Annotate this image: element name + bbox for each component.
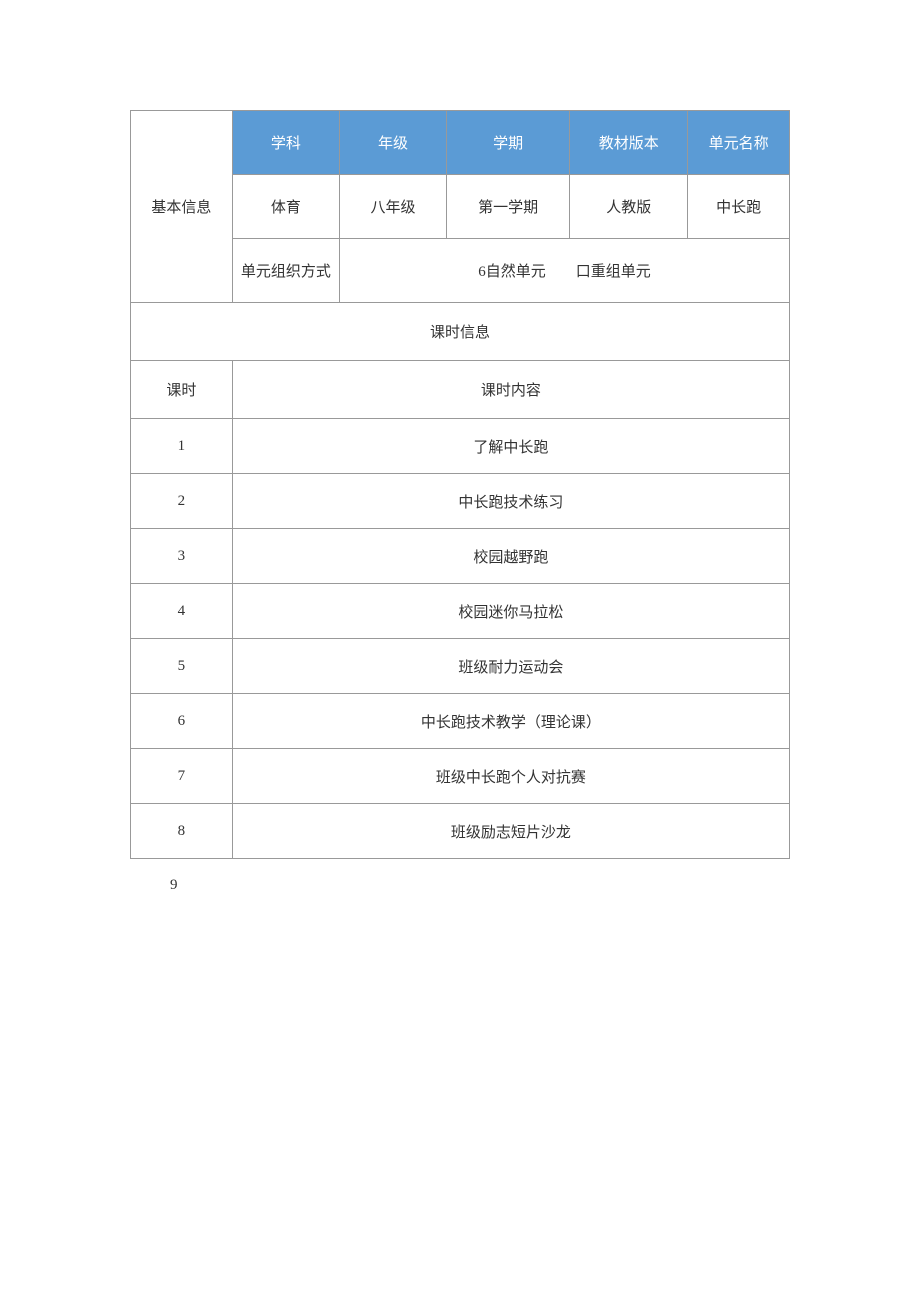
table-row: 5 班级耐力运动会 bbox=[131, 639, 790, 694]
table-row: 4 校园迷你马拉松 bbox=[131, 584, 790, 639]
header-version: 教材版本 bbox=[570, 111, 688, 175]
table-row: 1 了解中长跑 bbox=[131, 419, 790, 474]
value-semester: 第一学期 bbox=[447, 175, 570, 239]
lesson-header-content: 课时内容 bbox=[232, 361, 789, 419]
org-method-value: 6自然单元 口重组单元 bbox=[339, 239, 789, 303]
lesson-num: 5 bbox=[131, 639, 233, 694]
footer-number: 9 bbox=[130, 859, 790, 894]
lesson-num: 4 bbox=[131, 584, 233, 639]
header-unit-name: 单元名称 bbox=[688, 111, 790, 175]
lesson-content: 班级耐力运动会 bbox=[232, 639, 789, 694]
lesson-content: 校园迷你马拉松 bbox=[232, 584, 789, 639]
value-grade: 八年级 bbox=[339, 175, 446, 239]
table-row: 2 中长跑技术练习 bbox=[131, 474, 790, 529]
table-row: 6 中长跑技术教学（理论课） bbox=[131, 694, 790, 749]
lesson-content: 校园越野跑 bbox=[232, 529, 789, 584]
value-subject: 体育 bbox=[232, 175, 339, 239]
lesson-num: 2 bbox=[131, 474, 233, 529]
lesson-content: 班级中长跑个人对抗赛 bbox=[232, 749, 789, 804]
value-unit-name: 中长跑 bbox=[688, 175, 790, 239]
table-row: 7 班级中长跑个人对抗赛 bbox=[131, 749, 790, 804]
lesson-num: 6 bbox=[131, 694, 233, 749]
table-row: 8 班级励志短片沙龙 bbox=[131, 804, 790, 859]
org-method-label: 单元组织方式 bbox=[232, 239, 339, 303]
lesson-content: 中长跑技术练习 bbox=[232, 474, 789, 529]
lesson-content: 了解中长跑 bbox=[232, 419, 789, 474]
value-version: 人教版 bbox=[570, 175, 688, 239]
lesson-num: 7 bbox=[131, 749, 233, 804]
table-row: 3 校园越野跑 bbox=[131, 529, 790, 584]
lesson-section-title: 课时信息 bbox=[131, 303, 790, 361]
document-table: 基本信息 学科 年级 学期 教材版本 单元名称 体育 八年级 第一学期 人教版 … bbox=[130, 110, 790, 859]
lesson-content: 班级励志短片沙龙 bbox=[232, 804, 789, 859]
lesson-num: 8 bbox=[131, 804, 233, 859]
lesson-num: 3 bbox=[131, 529, 233, 584]
lesson-content: 中长跑技术教学（理论课） bbox=[232, 694, 789, 749]
header-semester: 学期 bbox=[447, 111, 570, 175]
basic-info-label: 基本信息 bbox=[131, 111, 233, 303]
lesson-num: 1 bbox=[131, 419, 233, 474]
header-grade: 年级 bbox=[339, 111, 446, 175]
header-subject: 学科 bbox=[232, 111, 339, 175]
lesson-header-num: 课时 bbox=[131, 361, 233, 419]
